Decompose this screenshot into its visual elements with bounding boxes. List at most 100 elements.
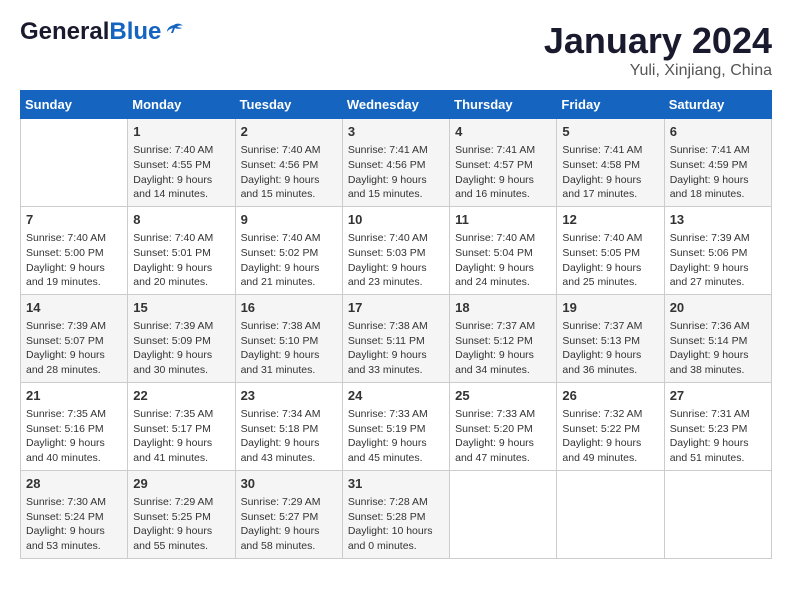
day-info-line: and 0 minutes. (348, 539, 444, 554)
day-number: 31 (348, 475, 444, 493)
day-info-line: and 30 minutes. (133, 363, 229, 378)
location: Yuli, Xinjiang, China (544, 62, 772, 80)
day-info-line: and 58 minutes. (241, 539, 337, 554)
day-number: 10 (348, 211, 444, 229)
weekday-friday: Friday (557, 91, 664, 119)
day-info-line: and 16 minutes. (455, 187, 551, 202)
day-info-line: Sunrise: 7:37 AM (562, 319, 658, 334)
day-info-line: Daylight: 10 hours (348, 524, 444, 539)
day-info-line: and 34 minutes. (455, 363, 551, 378)
calendar-day-cell: 14Sunrise: 7:39 AMSunset: 5:07 PMDayligh… (21, 294, 128, 382)
day-info-line: Daylight: 9 hours (133, 436, 229, 451)
day-info-line: Sunrise: 7:40 AM (133, 143, 229, 158)
day-info-line: Sunset: 5:07 PM (26, 334, 122, 349)
day-number: 1 (133, 123, 229, 141)
day-number: 9 (241, 211, 337, 229)
calendar-day-cell: 28Sunrise: 7:30 AMSunset: 5:24 PMDayligh… (21, 470, 128, 558)
day-info-line: Daylight: 9 hours (26, 261, 122, 276)
day-info-line: and 20 minutes. (133, 275, 229, 290)
day-info-line: Sunset: 4:55 PM (133, 158, 229, 173)
day-number: 6 (670, 123, 766, 141)
day-info-line: Daylight: 9 hours (562, 348, 658, 363)
calendar-body: 1Sunrise: 7:40 AMSunset: 4:55 PMDaylight… (21, 119, 772, 559)
weekday-saturday: Saturday (664, 91, 771, 119)
day-info-line: Sunrise: 7:29 AM (241, 495, 337, 510)
day-number: 18 (455, 299, 551, 317)
day-info-line: Daylight: 9 hours (133, 524, 229, 539)
day-info-line: Daylight: 9 hours (348, 436, 444, 451)
calendar-day-cell: 10Sunrise: 7:40 AMSunset: 5:03 PMDayligh… (342, 206, 449, 294)
day-info-line: Sunrise: 7:32 AM (562, 407, 658, 422)
calendar-day-cell: 1 Sunrise: 7:40 AMSunset: 4:55 PMDaylight… (128, 119, 235, 207)
day-info-line: Sunset: 5:16 PM (26, 422, 122, 437)
day-info-line: and 27 minutes. (670, 275, 766, 290)
day-info-line: Daylight: 9 hours (562, 261, 658, 276)
day-number: 19 (562, 299, 658, 317)
day-info-line: Sunrise: 7:38 AM (348, 319, 444, 334)
day-info-line: Sunset: 5:03 PM (348, 246, 444, 261)
day-number: 30 (241, 475, 337, 493)
day-number: 15 (133, 299, 229, 317)
logo-general: GeneralBlue (20, 20, 161, 44)
calendar-day-cell: 20Sunrise: 7:36 AMSunset: 5:14 PMDayligh… (664, 294, 771, 382)
day-info-line: and 19 minutes. (26, 275, 122, 290)
day-info-line: and 17 minutes. (562, 187, 658, 202)
day-info-line: Sunset: 5:28 PM (348, 510, 444, 525)
day-info-line: Daylight: 9 hours (455, 348, 551, 363)
day-info-line: Sunset: 5:19 PM (348, 422, 444, 437)
calendar-day-cell: 29Sunrise: 7:29 AMSunset: 5:25 PMDayligh… (128, 470, 235, 558)
day-info-line: Daylight: 9 hours (455, 436, 551, 451)
day-info-line: Daylight: 9 hours (670, 436, 766, 451)
day-number: 17 (348, 299, 444, 317)
day-info-line: Sunset: 4:56 PM (348, 158, 444, 173)
day-number: 21 (26, 387, 122, 405)
weekday-tuesday: Tuesday (235, 91, 342, 119)
calendar-day-cell: 9Sunrise: 7:40 AMSunset: 5:02 PMDaylight… (235, 206, 342, 294)
day-info-line: Sunrise: 7:37 AM (455, 319, 551, 334)
day-info-line: and 53 minutes. (26, 539, 122, 554)
day-info-line: Daylight: 9 hours (455, 173, 551, 188)
day-number: 13 (670, 211, 766, 229)
calendar-day-cell: 31 Sunrise: 7:28 AMSunset: 5:28 PMDayligh… (342, 470, 449, 558)
calendar-day-cell: 8Sunrise: 7:40 AMSunset: 5:01 PMDaylight… (128, 206, 235, 294)
day-number: 26 (562, 387, 658, 405)
weekday-sunday: Sunday (21, 91, 128, 119)
weekday-monday: Monday (128, 91, 235, 119)
calendar-day-cell: 22Sunrise: 7:35 AMSunset: 5:17 PMDayligh… (128, 382, 235, 470)
calendar-week-row: 14Sunrise: 7:39 AMSunset: 5:07 PMDayligh… (21, 294, 772, 382)
day-info-line: Daylight: 9 hours (348, 173, 444, 188)
calendar-day-cell (557, 470, 664, 558)
day-info-line: Sunset: 5:24 PM (26, 510, 122, 525)
day-info-line: Sunset: 5:20 PM (455, 422, 551, 437)
day-info-line: Sunrise: 7:39 AM (670, 231, 766, 246)
day-info-line: and 55 minutes. (133, 539, 229, 554)
day-info-line: Sunset: 5:22 PM (562, 422, 658, 437)
day-info-line: Sunrise: 7:39 AM (26, 319, 122, 334)
day-info-line: and 21 minutes. (241, 275, 337, 290)
day-info-line: Sunset: 5:17 PM (133, 422, 229, 437)
day-info-line: Daylight: 9 hours (133, 173, 229, 188)
calendar-day-cell (450, 470, 557, 558)
weekday-row: Sunday Monday Tuesday Wednesday Thursday… (21, 91, 772, 119)
day-info-line: Sunrise: 7:28 AM (348, 495, 444, 510)
day-info-line: Sunrise: 7:36 AM (670, 319, 766, 334)
calendar-day-cell: 18Sunrise: 7:37 AMSunset: 5:12 PMDayligh… (450, 294, 557, 382)
day-info-line: and 28 minutes. (26, 363, 122, 378)
day-info-line: and 23 minutes. (348, 275, 444, 290)
calendar-day-cell (21, 119, 128, 207)
page-header: GeneralBlue January 2024 Yuli, Xinjiang,… (20, 20, 772, 80)
day-info-line: Sunrise: 7:33 AM (455, 407, 551, 422)
day-info-line: and 47 minutes. (455, 451, 551, 466)
day-info-line: Sunset: 5:18 PM (241, 422, 337, 437)
day-info-line: Sunrise: 7:40 AM (241, 143, 337, 158)
day-info-line: Sunset: 5:13 PM (562, 334, 658, 349)
day-info-line: Sunrise: 7:30 AM (26, 495, 122, 510)
day-number: 28 (26, 475, 122, 493)
calendar-week-row: 21Sunrise: 7:35 AMSunset: 5:16 PMDayligh… (21, 382, 772, 470)
day-info-line: and 49 minutes. (562, 451, 658, 466)
day-info-line: and 51 minutes. (670, 451, 766, 466)
day-info-line: Sunset: 4:59 PM (670, 158, 766, 173)
day-info-line: and 14 minutes. (133, 187, 229, 202)
calendar-week-row: 28 Sunrise: 7:30 AMSunset: 5:24 PM Dayligh… (21, 470, 772, 558)
day-info-line: Sunset: 5:00 PM (26, 246, 122, 261)
